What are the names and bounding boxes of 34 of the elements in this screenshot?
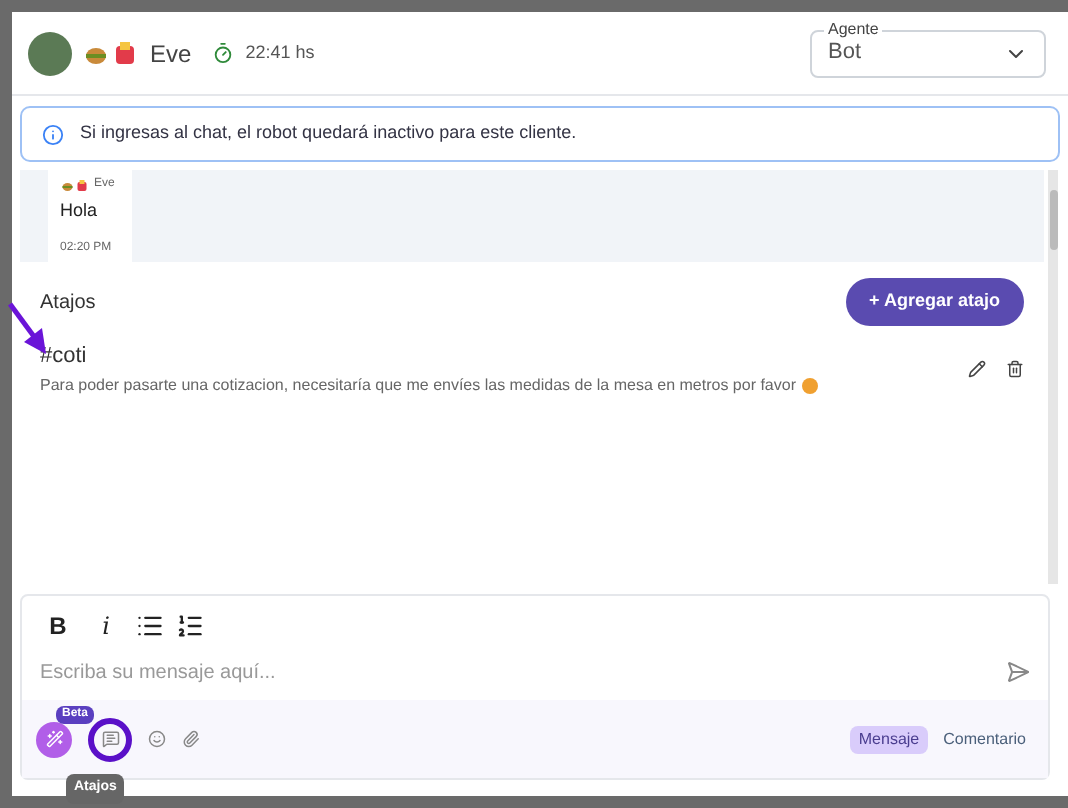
info-icon xyxy=(42,123,64,145)
bulleted-list-icon[interactable] xyxy=(136,612,164,640)
shortcut-icon[interactable] xyxy=(101,730,119,748)
ai-button[interactable] xyxy=(36,721,72,757)
emoji-face-icon xyxy=(801,377,818,393)
send-icon[interactable] xyxy=(1006,660,1030,684)
agent-value: Bot xyxy=(828,38,862,69)
scrollbar[interactable] xyxy=(1048,170,1058,584)
timer-icon xyxy=(211,42,234,64)
message-input[interactable]: Escriba su mensaje aquí... xyxy=(40,657,1006,687)
magic-wand-icon xyxy=(45,730,63,748)
emoji-icon[interactable] xyxy=(148,730,166,748)
banner-text: Si ingresas al chat, el robot quedará inactivo para este cliente. xyxy=(80,120,577,147)
shortcut-tag: #coti xyxy=(40,340,968,373)
elapsed-time: 22:41 hs xyxy=(245,39,315,66)
shortcut-text: Para poder pasarte una cotizacion, necesitaría que me envíes las medidas de la mesa en metros por favor xyxy=(40,373,796,397)
edit-icon[interactable] xyxy=(968,360,986,378)
attachment-icon[interactable] xyxy=(182,730,200,748)
scrollbar-thumb[interactable] xyxy=(1049,190,1057,250)
add-shortcut-button[interactable]: + Agregar atajo xyxy=(845,278,1024,326)
emoji-icons xyxy=(84,41,138,65)
message-text: Hola xyxy=(60,198,100,224)
shortcuts-title: Atajos xyxy=(40,289,96,317)
agent-select-label: Agente xyxy=(824,17,883,41)
delete-icon[interactable] xyxy=(1006,360,1024,378)
numbered-list-icon[interactable] xyxy=(176,612,204,640)
emoji-icons xyxy=(60,179,90,191)
italic-button[interactable]: i xyxy=(88,608,124,644)
avatar xyxy=(28,31,72,75)
mode-tab[interactable]: Mensaje xyxy=(850,725,928,753)
contact-name: Eve xyxy=(150,37,192,71)
mode-tab[interactable]: Comentario xyxy=(935,725,1034,753)
shortcut-item[interactable]: #coti Para poder pasarte una cotizacion, necesitaría que me envíes las medidas de la mesa en metros por favor xyxy=(40,340,1024,397)
bold-button[interactable]: B xyxy=(40,608,76,644)
